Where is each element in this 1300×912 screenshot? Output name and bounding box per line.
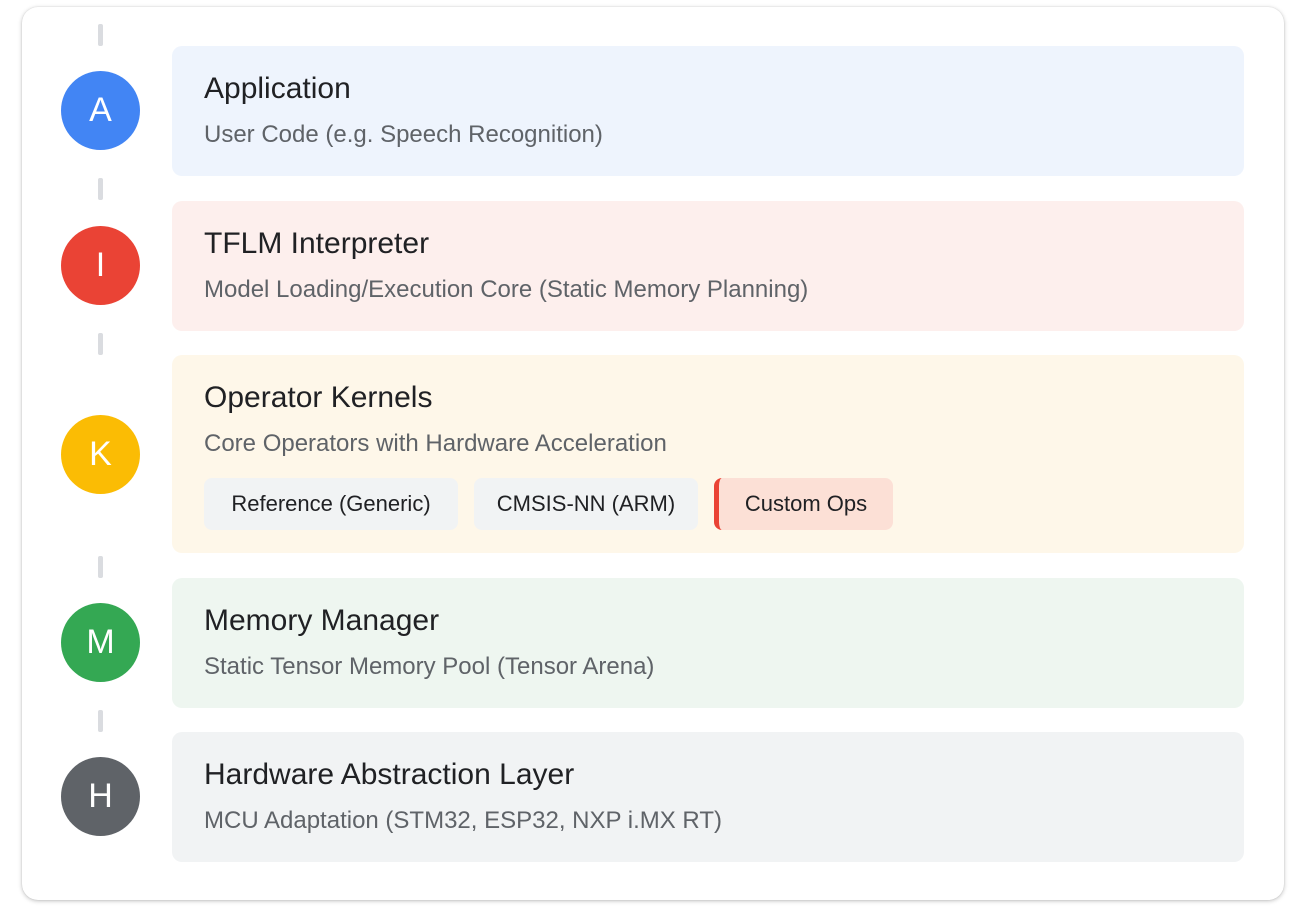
layer-title: Hardware Abstraction Layer <box>204 758 575 791</box>
memory-badge: M <box>61 603 140 682</box>
layer-subtitle: User Code (e.g. Speech Recognition) <box>204 121 603 148</box>
interpreter-badge: I <box>61 226 140 305</box>
kernels-layer: Operator Kernels Core Operators with Har… <box>172 355 1244 553</box>
connector-dash <box>98 710 103 732</box>
layer-title: TFLM Interpreter <box>204 227 430 260</box>
hal-layer: Hardware Abstraction Layer MCU Adaptatio… <box>172 732 1244 862</box>
hal-badge: H <box>61 757 140 836</box>
connector-dash <box>98 24 103 46</box>
connector-dash <box>98 178 103 200</box>
kernels-badge: K <box>61 415 140 494</box>
application-layer: Application User Code (e.g. Speech Recog… <box>172 46 1244 176</box>
chip-reference: Reference (Generic) <box>204 478 458 530</box>
layer-subtitle: Static Tensor Memory Pool (Tensor Arena) <box>204 653 655 680</box>
connector-dash <box>98 556 103 578</box>
memory-layer: Memory Manager Static Tensor Memory Pool… <box>172 578 1244 708</box>
chip-custom-ops: Custom Ops <box>714 478 893 530</box>
layer-title: Application <box>204 72 351 105</box>
layer-title: Memory Manager <box>204 604 440 637</box>
layer-subtitle: MCU Adaptation (STM32, ESP32, NXP i.MX R… <box>204 807 722 834</box>
layer-subtitle: Model Loading/Execution Core (Static Mem… <box>204 276 809 303</box>
layer-title: Operator Kernels <box>204 381 433 414</box>
layer-subtitle: Core Operators with Hardware Acceleratio… <box>204 430 667 457</box>
interpreter-layer: TFLM Interpreter Model Loading/Execution… <box>172 201 1244 331</box>
connector-dash <box>98 333 103 355</box>
application-badge: A <box>61 71 140 150</box>
chip-cmsis-nn: CMSIS-NN (ARM) <box>474 478 698 530</box>
